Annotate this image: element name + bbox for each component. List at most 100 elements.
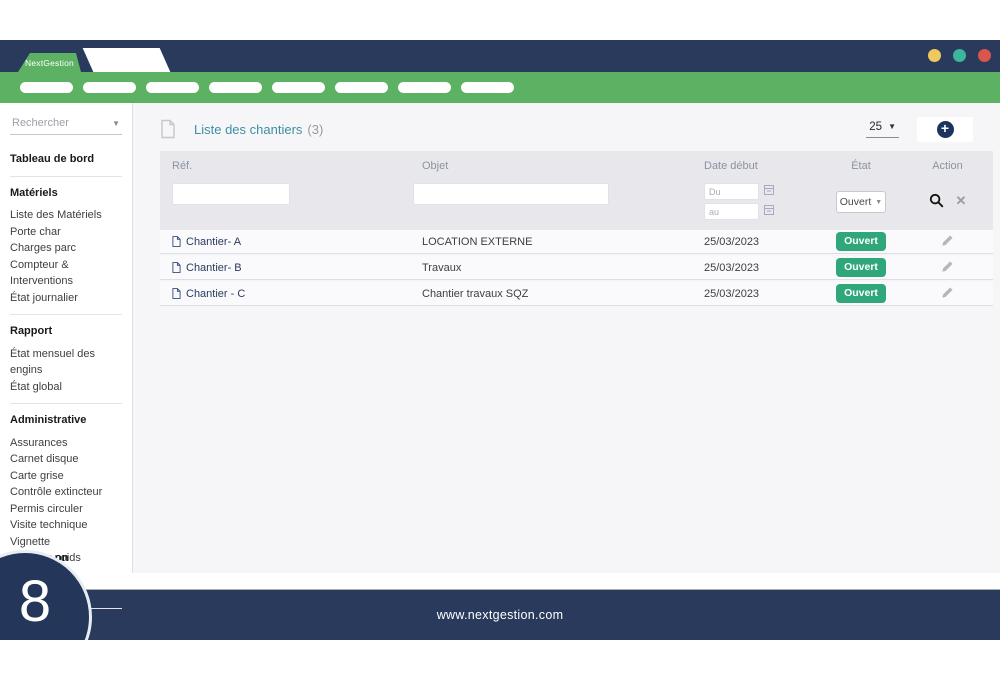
sidebar-item-carte-grise[interactable]: Carte grise	[10, 468, 124, 485]
ref-label: Chantier- A	[186, 236, 241, 248]
sidebar-item-etat-mensuel-des-engins[interactable]: État mensuel des engins	[10, 346, 124, 379]
document-icon	[172, 236, 181, 247]
sidebar-item-controle-extincteur[interactable]: Contrôle extincteur	[10, 484, 124, 501]
plus-icon: +	[937, 121, 954, 138]
date-cell: 25/03/2023	[700, 262, 820, 274]
sidebar-item-carnet-disque[interactable]: Carnet disque	[10, 451, 124, 468]
calendar-icon[interactable]	[764, 185, 774, 198]
ref-filter-input[interactable]	[172, 183, 290, 205]
sidebar-item-visite-technique[interactable]: Visite technique	[10, 517, 124, 534]
column-header-action: Action	[902, 160, 993, 172]
edit-button[interactable]	[941, 260, 954, 276]
document-icon	[172, 262, 181, 273]
etat-filter-select[interactable]: Ouvert ▼	[836, 191, 886, 213]
main-navbar	[0, 72, 1000, 103]
pencil-icon	[941, 234, 954, 247]
nav-pill[interactable]	[461, 82, 514, 93]
window-dot-yellow[interactable]	[928, 49, 941, 62]
sidebar-section-materiels: Matériels	[10, 185, 124, 202]
footer-url: www.nextgestion.com	[437, 608, 564, 622]
chevron-down-icon: ▼	[112, 119, 120, 128]
date-cell: 25/03/2023	[700, 236, 820, 248]
status-badge: Ouvert	[836, 284, 886, 303]
table-filter-row: Ouvert ▼ ✕	[160, 181, 993, 230]
table-row: Chantier- B Travaux 25/03/2023 Ouvert	[160, 256, 993, 280]
sidebar-divider	[10, 314, 122, 315]
column-header-etat: État	[820, 160, 902, 172]
sidebar-item-assurances[interactable]: Assurances	[10, 435, 124, 452]
sidebar-item-etat-journalier[interactable]: État journalier	[10, 290, 124, 307]
calendar-icon[interactable]	[764, 205, 774, 218]
sidebar-item-charges-parc[interactable]: Charges parc	[10, 240, 124, 257]
nextgestion-logo-tab: NextGestion	[18, 53, 81, 72]
sidebar-section-rapport: Rapport	[10, 323, 124, 340]
chantier-link[interactable]: Chantier- B	[160, 262, 410, 274]
date-from-input[interactable]	[704, 183, 759, 200]
objet-filter-input[interactable]	[413, 183, 609, 205]
sidebar-item-etat-global[interactable]: État global	[10, 379, 124, 396]
ref-label: Chantier- B	[186, 262, 242, 274]
window-dot-teal[interactable]	[953, 49, 966, 62]
add-button[interactable]: +	[917, 117, 973, 142]
table-row: Chantier- A LOCATION EXTERNE 25/03/2023 …	[160, 230, 993, 254]
date-cell: 25/03/2023	[700, 288, 820, 300]
chantier-link[interactable]: Chantier - C	[160, 288, 410, 300]
nav-pill[interactable]	[83, 82, 136, 93]
page-count: (3)	[307, 122, 323, 137]
table-header-row: Réf. Objet Date début État Action	[160, 151, 993, 181]
sidebar-item-permis-circuler[interactable]: Permis circuler	[10, 501, 124, 518]
sidebar-item-dashboard[interactable]: Tableau de bord	[10, 151, 124, 168]
sidebar-item-liste-des-materiels[interactable]: Liste des Matériels	[10, 207, 124, 224]
title-bar: NextGestion	[0, 40, 1000, 72]
sidebar-item-compteur-interventions[interactable]: Compteur & Interventions	[10, 257, 124, 290]
step-number: 8	[19, 568, 51, 635]
ref-label: Chantier - C	[186, 288, 245, 300]
chantier-link[interactable]: Chantier- A	[160, 236, 410, 248]
sidebar-search-select[interactable]: Rechercher ▼	[10, 115, 122, 135]
page-size-value: 25	[869, 121, 882, 133]
status-badge: Ouvert	[836, 232, 886, 251]
column-header-objet: Objet	[410, 160, 700, 172]
nav-pill[interactable]	[272, 82, 325, 93]
sidebar: Rechercher ▼ Tableau de bord Matériels L…	[0, 103, 133, 573]
brand-label: NextGestion	[25, 58, 74, 68]
nav-pill[interactable]	[146, 82, 199, 93]
sidebar-item-porte-char[interactable]: Porte char	[10, 224, 124, 241]
window-dot-red[interactable]	[978, 49, 991, 62]
search-filter-button[interactable]	[929, 193, 944, 208]
objet-cell: LOCATION EXTERNE	[410, 236, 700, 248]
clear-filter-button[interactable]: ✕	[956, 194, 967, 207]
etat-filter-value: Ouvert	[840, 196, 872, 208]
nav-pill[interactable]	[20, 82, 73, 93]
status-badge: Ouvert	[836, 258, 886, 277]
chevron-down-icon: ▼	[875, 199, 882, 206]
nav-pill[interactable]	[398, 82, 451, 93]
date-to-input[interactable]	[704, 203, 759, 220]
nav-pill[interactable]	[209, 82, 262, 93]
objet-cell: Chantier travaux SQZ	[410, 288, 700, 300]
chevron-down-icon: ▼	[888, 122, 896, 131]
chantiers-table: Réf. Objet Date début État Action	[160, 151, 993, 306]
edit-button[interactable]	[941, 234, 954, 250]
document-icon	[172, 288, 181, 299]
sidebar-item-vignette[interactable]: Vignette	[10, 534, 124, 551]
pencil-icon	[941, 260, 954, 273]
sidebar-divider	[10, 403, 122, 404]
page-size-select[interactable]: 25 ▼	[866, 121, 899, 138]
sidebar-section-administrative: Administrative	[10, 412, 124, 429]
page-icon	[160, 119, 176, 139]
edit-button[interactable]	[941, 286, 954, 302]
sidebar-divider	[10, 176, 122, 177]
page-title: Liste des chantiers	[194, 122, 302, 137]
nav-pill[interactable]	[335, 82, 388, 93]
pencil-icon	[941, 286, 954, 299]
app-window: NextGestion Rechercher ▼ Tableau de bord…	[0, 40, 1000, 640]
objet-cell: Travaux	[410, 262, 700, 274]
column-header-date-debut: Date début	[700, 160, 820, 172]
sidebar-search-placeholder: Rechercher	[12, 117, 69, 129]
column-header-ref: Réf.	[160, 160, 410, 172]
window-controls	[928, 49, 991, 62]
footer-gap	[0, 573, 1000, 589]
main-content: Liste des chantiers (3) 25 ▼ + Réf. Obje…	[133, 103, 1000, 573]
footer-bar: www.nextgestion.com	[0, 589, 1000, 640]
